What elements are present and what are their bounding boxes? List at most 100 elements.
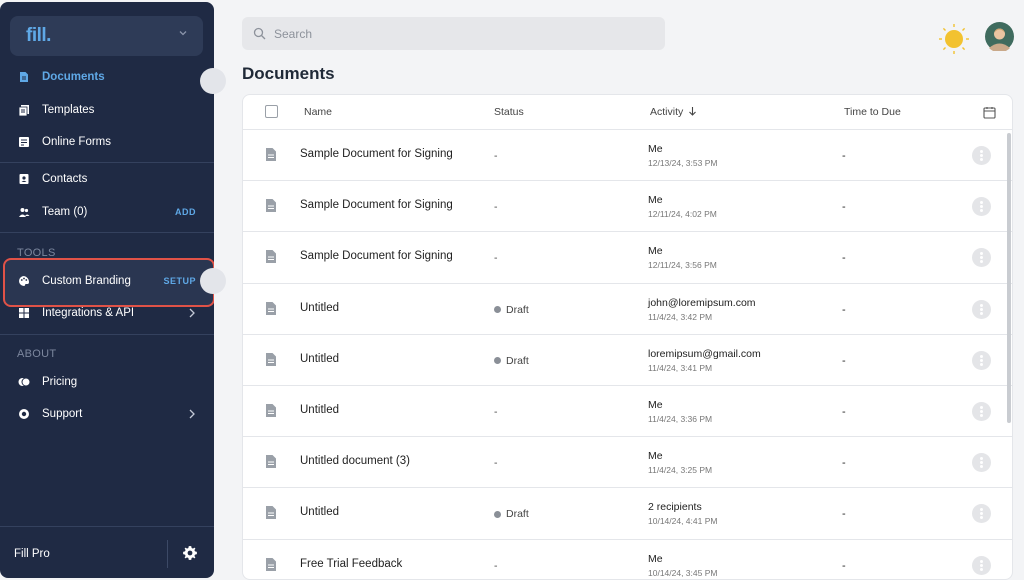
status-cell: -: [494, 201, 498, 213]
status-cell: -: [494, 406, 498, 418]
select-all-checkbox[interactable]: [265, 105, 278, 118]
activity-timestamp: 11/4/24, 3:41 PM: [648, 362, 713, 373]
document-icon: [266, 403, 276, 417]
table-row[interactable]: Sample Document for Signing - Me 12/13/2…: [243, 130, 1012, 182]
sidebar-collapse-handle[interactable]: [200, 268, 226, 294]
document-name[interactable]: Free Trial Feedback: [300, 558, 402, 570]
sidebar-item-custom-branding[interactable]: Custom Branding SETUP: [0, 265, 214, 297]
sidebar-collapse-handle[interactable]: [200, 68, 226, 94]
status-label: -: [494, 150, 498, 162]
time-to-due: -: [842, 201, 846, 214]
status-dot: [494, 357, 501, 365]
add-team-button[interactable]: ADD: [175, 207, 196, 217]
table-row[interactable]: Sample Document for Signing - Me 12/11/2…: [243, 181, 1012, 233]
sidebar-item-pricing[interactable]: Pricing: [0, 366, 214, 398]
table-row[interactable]: Untitled Draft loremipsum@gmail.com 11/4…: [243, 335, 1012, 386]
activity-actor: 2 recipients: [648, 501, 702, 514]
activity-timestamp: 11/4/24, 3:25 PM: [648, 465, 713, 476]
time-to-due: -: [842, 457, 846, 470]
activity-actor: Me: [648, 450, 663, 463]
status-cell: Draft: [494, 355, 529, 367]
sidebar-item-templates[interactable]: Templates: [0, 94, 214, 126]
activity-timestamp: 11/4/24, 3:42 PM: [648, 311, 713, 322]
sidebar-item-label: Contacts: [42, 173, 88, 185]
more-options-icon[interactable]: [972, 350, 991, 370]
activity-timestamp: 10/14/24, 4:41 PM: [648, 516, 718, 527]
column-header-name[interactable]: Name: [304, 106, 332, 118]
calendar-icon[interactable]: [983, 106, 996, 119]
document-name[interactable]: Untitled: [300, 353, 339, 365]
setup-branding-button[interactable]: SETUP: [163, 276, 196, 286]
integrations-icon: [19, 308, 29, 318]
more-options-icon[interactable]: [972, 248, 991, 268]
more-options-icon[interactable]: [972, 197, 991, 217]
document-name[interactable]: Untitled: [300, 404, 339, 416]
sidebar-item-label: Team (0): [42, 206, 88, 218]
footer-divider: [167, 540, 168, 568]
more-options-icon[interactable]: [972, 299, 991, 319]
avatar[interactable]: [985, 22, 1014, 51]
sidebar-item-label: Custom Branding: [42, 275, 131, 287]
more-options-icon[interactable]: [972, 453, 991, 473]
sidebar-item-label: Templates: [42, 104, 95, 116]
table-row[interactable]: Untitled - Me 11/4/24, 3:36 PM -: [243, 386, 1012, 438]
sun-icon[interactable]: [937, 22, 971, 56]
document-name[interactable]: Sample Document for Signing: [300, 199, 453, 211]
column-header-activity[interactable]: Activity: [650, 106, 697, 118]
table-row[interactable]: Untitled Draft john@loremipsum.com 11/4/…: [243, 284, 1012, 335]
document-name[interactable]: Sample Document for Signing: [300, 148, 453, 160]
document-icon: [266, 506, 276, 520]
status-label: -: [494, 252, 498, 265]
more-options-icon[interactable]: [972, 401, 991, 421]
status-label: Draft: [506, 508, 529, 521]
document-name[interactable]: Untitled: [300, 302, 339, 314]
search-bar[interactable]: [242, 17, 665, 50]
more-options-icon[interactable]: [972, 555, 991, 575]
page-title: Documents: [242, 64, 335, 83]
more-options-icon[interactable]: [972, 504, 991, 524]
document-icon: [266, 250, 276, 264]
activity-timestamp: 11/4/24, 3:36 PM: [648, 413, 713, 424]
scrollbar[interactable]: [1007, 133, 1011, 423]
sidebar-item-contacts[interactable]: Contacts: [0, 163, 214, 195]
workspace-switcher[interactable]: fill.: [10, 16, 203, 56]
sidebar-item-team[interactable]: Team (0) ADD: [0, 196, 214, 228]
document-icon: [266, 148, 276, 161]
document-name[interactable]: Untitled document (3): [300, 455, 410, 467]
team-icon: [19, 208, 30, 217]
more-options-icon[interactable]: [972, 146, 991, 165]
brand-logo: fill.: [26, 25, 51, 46]
search-input[interactable]: [274, 25, 654, 43]
column-header-time-to-due[interactable]: Time to Due: [844, 106, 901, 118]
sidebar-item-label: Pricing: [42, 376, 78, 388]
activity-actor: Me: [648, 398, 663, 411]
document-name[interactable]: Sample Document for Signing: [300, 250, 453, 262]
sidebar-item-integrations[interactable]: Integrations & API: [0, 297, 214, 329]
sidebar-item-label: Documents: [42, 71, 105, 83]
table-row[interactable]: Untitled Draft 2 recipients 10/14/24, 4:…: [243, 488, 1012, 540]
activity-actor: Me: [648, 552, 663, 565]
chevron-right-icon: [189, 308, 195, 318]
column-header-status[interactable]: Status: [494, 106, 524, 118]
section-heading-about: ABOUT: [17, 348, 57, 360]
table-row[interactable]: Sample Document for Signing - Me 12/11/2…: [243, 232, 1012, 284]
gear-icon[interactable]: [182, 545, 198, 561]
document-name[interactable]: Untitled: [300, 506, 339, 518]
sidebar-item-support[interactable]: Support: [0, 398, 214, 430]
sidebar-item-documents[interactable]: Documents: [0, 61, 214, 93]
status-label: Draft: [506, 354, 529, 367]
document-icon: [266, 557, 276, 571]
templates-icon: [18, 105, 29, 116]
status-cell: -: [494, 252, 498, 264]
documents-table: Name Status Activity Time to Due Sample …: [242, 94, 1013, 580]
status-label: -: [494, 405, 498, 418]
status-label: -: [494, 559, 498, 572]
sidebar-item-label: Support: [42, 408, 83, 420]
status-label: Draft: [506, 303, 529, 316]
table-row[interactable]: Untitled document (3) - Me 11/4/24, 3:25…: [243, 437, 1012, 489]
status-label: -: [494, 201, 498, 214]
time-to-due: -: [842, 354, 846, 367]
table-row[interactable]: Free Trial Feedback - Me 10/14/24, 3:45 …: [243, 540, 1012, 580]
sidebar-item-online-forms[interactable]: Online Forms: [0, 126, 214, 158]
activity-timestamp: 12/11/24, 3:56 PM: [648, 260, 717, 271]
